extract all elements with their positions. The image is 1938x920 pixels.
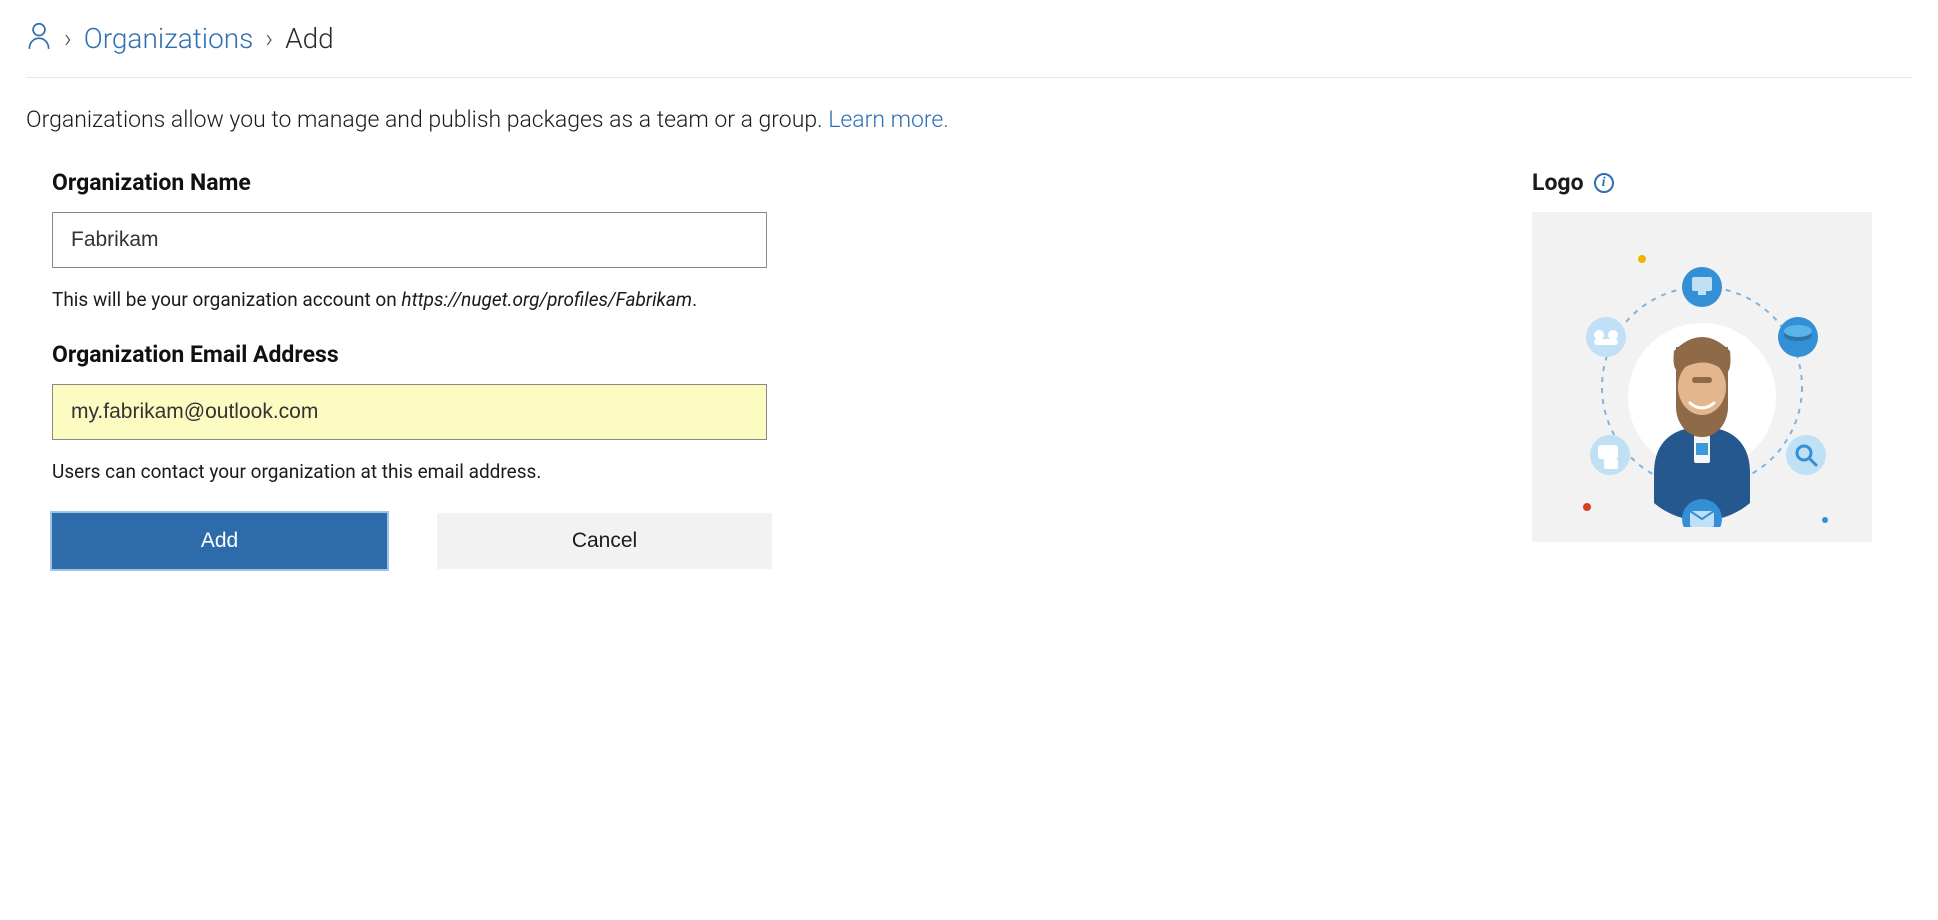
intro-text: Organizations allow you to manage and pu… xyxy=(26,106,1912,133)
org-email-hint: Users can contact your organization at t… xyxy=(52,460,786,483)
org-name-hint: This will be your organization account o… xyxy=(52,288,786,311)
learn-more-link[interactable]: Learn more. xyxy=(828,106,949,133)
logo-preview[interactable] xyxy=(1532,212,1872,542)
breadcrumb-organizations-link[interactable]: Organizations xyxy=(84,22,254,55)
form-column: Organization Name This will be your orga… xyxy=(26,169,786,569)
cancel-button[interactable]: Cancel xyxy=(437,513,772,569)
org-email-input[interactable] xyxy=(52,384,767,440)
org-name-input[interactable] xyxy=(52,212,767,268)
info-icon[interactable]: i xyxy=(1594,173,1614,193)
chevron-right-icon: › xyxy=(265,24,273,54)
breadcrumb: › Organizations › Add xyxy=(26,20,1912,78)
breadcrumb-current: Add xyxy=(285,22,334,55)
org-name-label: Organization Name xyxy=(52,169,786,196)
add-button[interactable]: Add xyxy=(52,513,387,569)
user-icon[interactable] xyxy=(26,20,52,57)
logo-column: Logo i xyxy=(1532,169,1912,542)
org-email-label: Organization Email Address xyxy=(52,341,786,368)
chevron-right-icon: › xyxy=(64,24,72,54)
logo-section-label: Logo xyxy=(1532,169,1584,196)
